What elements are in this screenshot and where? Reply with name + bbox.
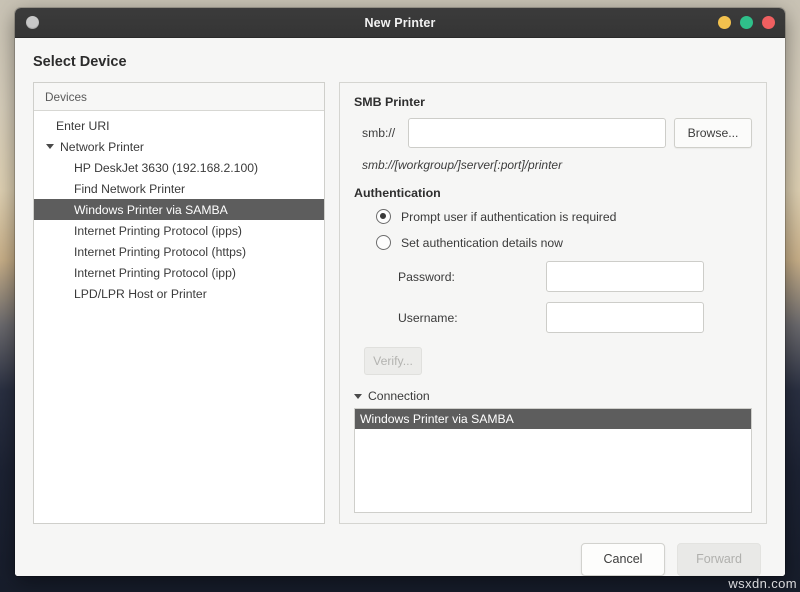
- connection-disclosure[interactable]: Connection: [354, 389, 752, 403]
- connection-list[interactable]: Windows Printer via SAMBA: [354, 408, 752, 513]
- smb-printer-panel: SMB Printer smb:// Browse... smb://[work…: [339, 82, 767, 524]
- new-printer-window: New Printer Select Device Devices Enter …: [15, 8, 785, 576]
- window-title: New Printer: [15, 16, 785, 30]
- device-list-item[interactable]: Windows Printer via SAMBA: [34, 199, 324, 220]
- device-list-item[interactable]: Internet Printing Protocol (ipp): [34, 262, 324, 283]
- username-row: Username:: [376, 302, 752, 333]
- device-list-item-label: Enter URI: [56, 119, 110, 133]
- verify-button: Verify...: [364, 347, 422, 375]
- device-list-item-label: Internet Printing Protocol (ipps): [74, 224, 242, 238]
- device-list-item[interactable]: Enter URI: [34, 115, 324, 136]
- device-list-item[interactable]: Internet Printing Protocol (ipps): [34, 220, 324, 241]
- minimize-circle-icon[interactable]: [718, 16, 731, 29]
- authentication-section-title: Authentication: [354, 186, 752, 200]
- device-list-item-label: Windows Printer via SAMBA: [74, 203, 228, 217]
- password-label: Password:: [376, 270, 546, 284]
- device-list-item-label: Network Printer: [60, 140, 144, 154]
- dialog-footer: Cancel Forward: [15, 524, 785, 576]
- page-title: Select Device: [33, 54, 785, 70]
- smb-uri-row: smb:// Browse...: [354, 118, 752, 148]
- close-circle-icon[interactable]: [762, 16, 775, 29]
- device-list-item-label: LPD/LPR Host or Printer: [74, 287, 207, 301]
- password-field[interactable]: [546, 261, 704, 292]
- smb-uri-prefix-label: smb://: [354, 126, 400, 140]
- browse-button[interactable]: Browse...: [674, 118, 752, 148]
- device-list-item-label: Internet Printing Protocol (https): [74, 245, 246, 259]
- device-list-item[interactable]: Internet Printing Protocol (https): [34, 241, 324, 262]
- connection-list-item[interactable]: Windows Printer via SAMBA: [355, 409, 751, 429]
- radio-set-now-icon[interactable]: [376, 235, 391, 250]
- device-list-item-label: HP DeskJet 3630 (192.168.2.100): [74, 161, 258, 175]
- username-label: Username:: [376, 311, 546, 325]
- auth-option-set-now[interactable]: Set authentication details now: [376, 235, 752, 250]
- device-list-item[interactable]: HP DeskJet 3630 (192.168.2.100): [34, 157, 324, 178]
- smb-uri-hint: smb://[workgroup/]server[:port]/printer: [362, 158, 752, 172]
- device-list-item-label: Internet Printing Protocol (ipp): [74, 266, 236, 280]
- cancel-button[interactable]: Cancel: [581, 543, 665, 576]
- watermark: wsxdn.com: [728, 576, 797, 591]
- panes-container: Devices Enter URI Network Printer HP DeskJ…: [15, 82, 785, 524]
- window-controls: [718, 16, 775, 29]
- maximize-circle-icon[interactable]: [740, 16, 753, 29]
- dialog-content: Select Device Devices Enter URI Network P…: [15, 38, 785, 576]
- devices-column-header: Devices: [34, 83, 324, 111]
- radio-prompt-icon[interactable]: [376, 209, 391, 224]
- smb-uri-input[interactable]: [408, 118, 666, 148]
- smb-section-title: SMB Printer: [354, 95, 752, 109]
- chevron-down-icon[interactable]: [46, 144, 54, 149]
- username-field[interactable]: [546, 302, 704, 333]
- devices-tree[interactable]: Enter URI Network Printer HP DeskJet 3630 …: [34, 111, 324, 523]
- device-list-item[interactable]: Network Printer: [34, 136, 324, 157]
- device-list-item[interactable]: Find Network Printer: [34, 178, 324, 199]
- forward-button: Forward: [677, 543, 761, 576]
- auth-option-prompt[interactable]: Prompt user if authentication is require…: [376, 209, 752, 224]
- device-list-item[interactable]: LPD/LPR Host or Printer: [34, 283, 324, 304]
- chevron-down-icon: [354, 394, 362, 399]
- device-list-item-label: Find Network Printer: [74, 182, 185, 196]
- auth-option-set-now-label: Set authentication details now: [401, 236, 563, 250]
- connection-title: Connection: [368, 389, 430, 403]
- auth-option-prompt-label: Prompt user if authentication is require…: [401, 210, 616, 224]
- password-row: Password:: [376, 261, 752, 292]
- devices-panel: Devices Enter URI Network Printer HP DeskJ…: [33, 82, 325, 524]
- window-titlebar[interactable]: New Printer: [15, 8, 785, 38]
